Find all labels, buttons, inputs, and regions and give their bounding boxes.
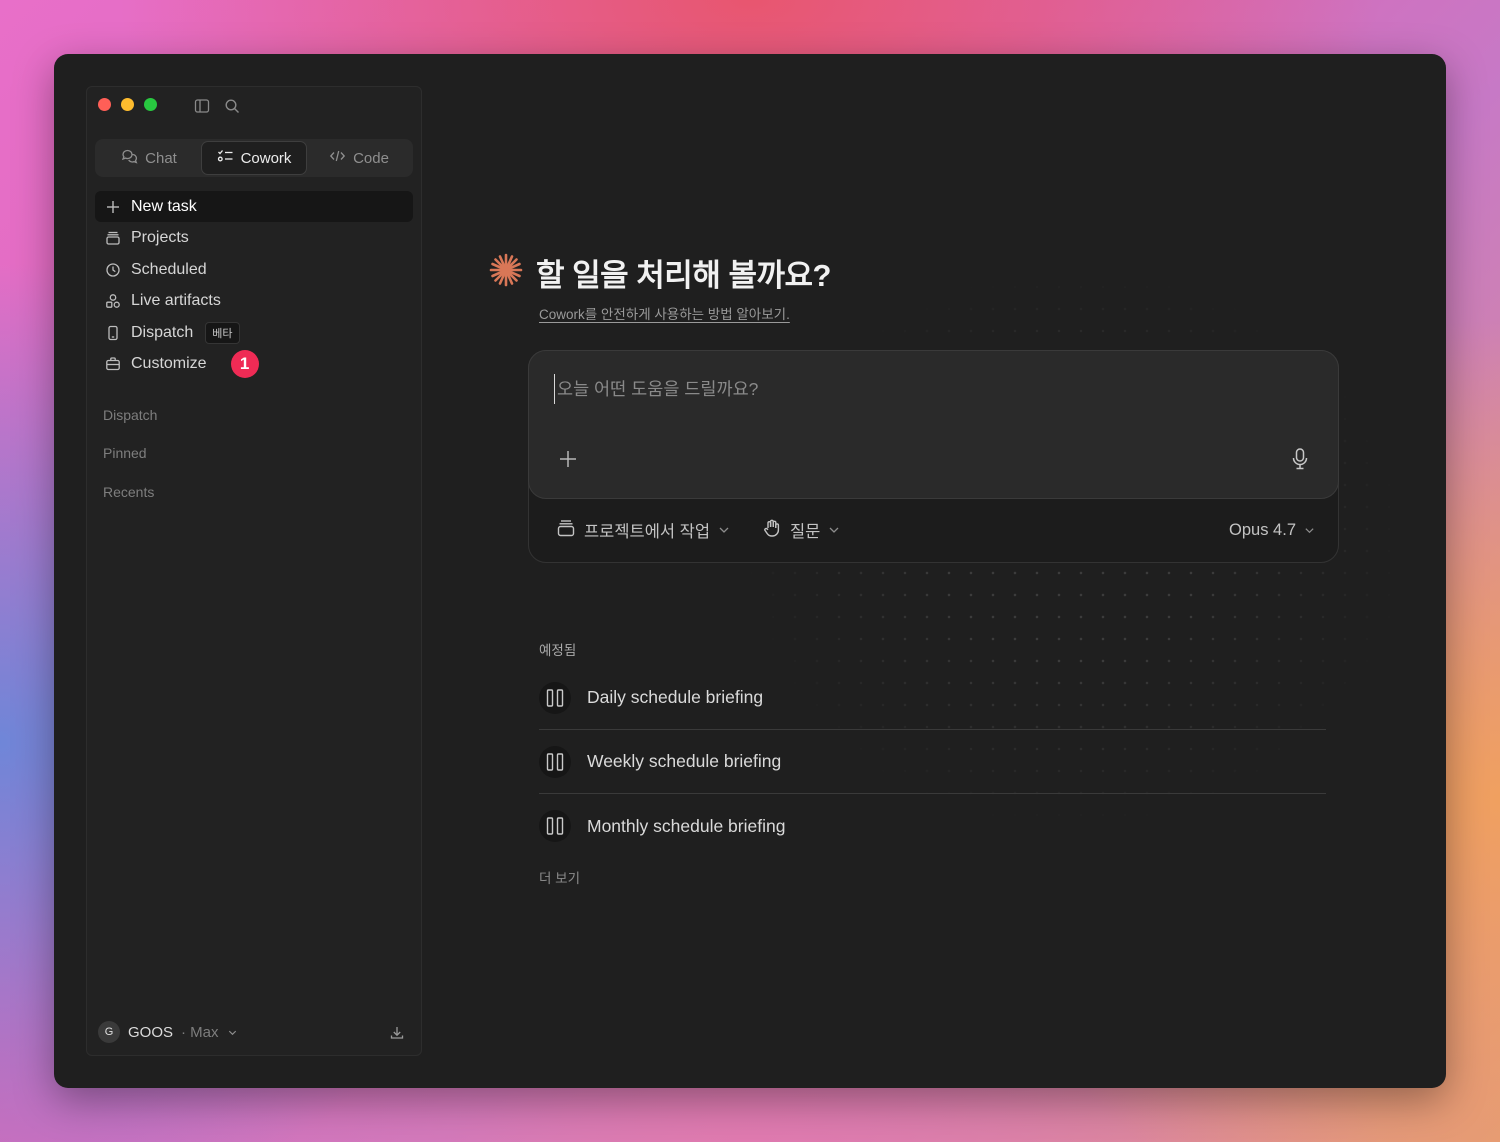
briefcase-icon: [105, 356, 121, 372]
code-brackets-icon: [329, 148, 346, 168]
tab-code-label: Code: [353, 149, 389, 167]
model-selector-label: Opus 4.7: [1229, 520, 1296, 539]
project-selector-label: 프로젝트에서 작업: [584, 523, 711, 541]
composer: 프로젝트에서 작업 질문 Opus 4.7: [528, 350, 1339, 563]
search-icon[interactable]: [223, 97, 241, 115]
section-recents[interactable]: Recents: [103, 484, 154, 500]
nav-label: Dispatch: [131, 323, 194, 341]
pause-icon: [539, 810, 571, 842]
minimize-window-button[interactable]: [121, 98, 134, 111]
sidebar-item-projects[interactable]: Projects: [95, 223, 413, 254]
scheduled-item-daily[interactable]: Daily schedule briefing: [539, 666, 1326, 730]
nav-label: New task: [131, 197, 197, 215]
main-content: 할 일을 처리해 볼까요? Cowork를 안전하게 사용하는 방법 알아보기.…: [422, 54, 1446, 1088]
composer-input-area: [528, 350, 1339, 499]
scheduled-list: Daily schedule briefing Weekly schedule …: [539, 666, 1326, 858]
sidebar-item-scheduled[interactable]: Scheduled: [95, 254, 413, 285]
chevron-down-icon: [718, 524, 730, 536]
section-pinned[interactable]: Pinned: [103, 445, 147, 461]
project-selector[interactable]: 프로젝트에서 작업: [556, 515, 730, 545]
checklist-icon: [217, 148, 234, 168]
close-window-button[interactable]: [98, 98, 111, 111]
model-selector[interactable]: Opus 4.7: [1229, 515, 1316, 545]
nav-label: Scheduled: [131, 260, 207, 278]
app-window: Chat Cowork Code New task Projects Sched…: [54, 54, 1446, 1088]
pause-icon: [539, 745, 571, 778]
composer-options-bar: 프로젝트에서 작업 질문 Opus 4.7: [529, 515, 1338, 545]
scheduled-item-weekly[interactable]: Weekly schedule briefing: [539, 730, 1326, 794]
new-task-button[interactable]: New task: [95, 191, 413, 222]
folder-stack-icon: [105, 230, 121, 246]
mode-selector-label: 질문: [790, 523, 821, 541]
account-name: GOOS: [128, 1023, 174, 1041]
chevron-down-icon: [828, 524, 840, 536]
account-plan: · Max: [181, 1023, 219, 1041]
microphone-icon[interactable]: [1290, 447, 1312, 471]
window-controls: [98, 98, 157, 111]
chevron-down-icon: [227, 1026, 239, 1038]
avatar: G: [98, 1021, 120, 1043]
attach-plus-icon[interactable]: [558, 449, 580, 471]
mode-switcher: Chat Cowork Code: [95, 139, 413, 177]
scheduled-item-label: Daily schedule briefing: [587, 687, 764, 707]
chevron-down-icon: [1304, 524, 1316, 536]
prompt-input[interactable]: [554, 374, 1294, 404]
scheduled-heading: 예정됨: [539, 643, 577, 658]
tab-cowork-label: Cowork: [240, 149, 292, 167]
tab-code[interactable]: Code: [307, 141, 411, 175]
nav-label: Customize: [131, 355, 207, 372]
chat-bubbles-icon: [121, 148, 138, 168]
phone-icon: [105, 325, 121, 341]
nav-label: Projects: [131, 229, 189, 246]
hero-heading: 할 일을 처리해 볼까요?: [488, 250, 831, 295]
nav-label: Live artifacts: [131, 292, 221, 309]
sidebar-item-dispatch[interactable]: Dispatch 베타: [95, 317, 413, 348]
sidebar-item-customize[interactable]: Customize 1: [95, 349, 413, 380]
hand-icon: [762, 518, 782, 543]
folder-stack-icon: [556, 518, 576, 543]
notification-badge: 1: [230, 350, 259, 378]
see-more-link[interactable]: 더 보기: [539, 867, 580, 887]
account-menu[interactable]: G GOOS · Max: [98, 1021, 239, 1043]
sidebar-toolbar: [193, 97, 241, 115]
sparkle-logo-icon: [488, 252, 524, 293]
pause-icon: [539, 681, 571, 714]
maximize-window-button[interactable]: [144, 98, 157, 111]
sidebar-item-live-artifacts[interactable]: Live artifacts: [95, 286, 413, 317]
safety-guide-link[interactable]: Cowork를 안전하게 사용하는 방법 알아보기.: [539, 303, 790, 323]
section-dispatch[interactable]: Dispatch: [103, 407, 157, 423]
shapes-icon: [105, 293, 121, 309]
scheduled-item-label: Weekly schedule briefing: [587, 751, 782, 771]
tab-cowork[interactable]: Cowork: [201, 141, 307, 175]
plus-icon: [105, 199, 121, 215]
download-icon[interactable]: [389, 1025, 407, 1043]
scheduled-item-monthly[interactable]: Monthly schedule briefing: [539, 794, 1326, 858]
tab-chat[interactable]: Chat: [97, 141, 201, 175]
sidebar-nav: New task Projects Scheduled Live artifac…: [95, 191, 413, 380]
clock-icon: [105, 262, 121, 278]
beta-badge: 베타: [205, 321, 240, 344]
page-title: 할 일을 처리해 볼까요?: [536, 258, 831, 293]
sidebar-toggle-icon[interactable]: [193, 97, 211, 115]
tab-chat-label: Chat: [145, 149, 177, 167]
mode-selector[interactable]: 질문: [762, 515, 840, 545]
scheduled-item-label: Monthly schedule briefing: [587, 815, 786, 836]
sidebar: Chat Cowork Code New task Projects Sched…: [86, 86, 422, 1056]
